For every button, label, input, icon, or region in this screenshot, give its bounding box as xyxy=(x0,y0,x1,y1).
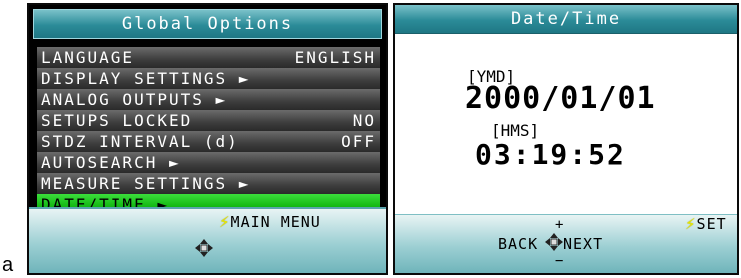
date-time-panel: Date/Time [YMD] 2000/01/01 [HMS] 03:19:5… xyxy=(393,3,739,275)
time-value[interactable]: 03:19:52 xyxy=(475,138,626,171)
set-label: SET xyxy=(696,215,727,233)
main-menu-softkey[interactable]: ⚡MAIN MENU xyxy=(219,213,321,231)
menu-item-label: STDZ INTERVAL (d) xyxy=(41,132,239,151)
menu-item-language[interactable]: LANGUAGE ENGLISH xyxy=(37,47,380,68)
global-options-title: Global Options xyxy=(33,9,382,39)
date-time-softkey-bar: + BACK NEXT − ⚡SET xyxy=(395,214,737,273)
menu-item-value: NO xyxy=(352,111,376,130)
set-softkey[interactable]: ⚡SET xyxy=(685,215,727,233)
menu-item-label: AUTOSEARCH ► xyxy=(41,153,181,172)
menu-item-label: MEASURE SETTINGS ► xyxy=(41,174,251,193)
menu-item-setups-locked[interactable]: SETUPS LOCKED NO xyxy=(37,110,380,131)
next-softkey[interactable]: NEXT xyxy=(563,235,603,253)
back-softkey[interactable]: BACK xyxy=(498,235,538,253)
increment-hint: + xyxy=(555,217,565,233)
global-options-softkey-bar: ⚡MAIN MENU xyxy=(29,207,386,273)
menu-item-stdz-interval[interactable]: STDZ INTERVAL (d) OFF xyxy=(37,131,380,152)
dpad-icon[interactable] xyxy=(195,239,213,257)
menu-item-label: ANALOG OUTPUTS ► xyxy=(41,90,228,109)
date-value[interactable]: 2000/01/01 xyxy=(465,81,656,116)
decrement-hint: − xyxy=(555,253,565,269)
global-options-panel: Global Options LANGUAGE ENGLISH DISPLAY … xyxy=(27,3,388,275)
menu-item-label: LANGUAGE xyxy=(41,48,135,67)
menu-item-value: ENGLISH xyxy=(294,48,376,67)
main-menu-label: MAIN MENU xyxy=(230,213,321,231)
menu-item-value: OFF xyxy=(341,132,376,151)
menu-item-analog-outputs[interactable]: ANALOG OUTPUTS ► xyxy=(37,89,380,110)
dpad-icon[interactable] xyxy=(545,233,563,251)
menu-item-autosearch[interactable]: AUTOSEARCH ► xyxy=(37,152,380,173)
figure-label: a xyxy=(2,254,14,276)
menu-item-label: SETUPS LOCKED xyxy=(41,111,193,130)
menu-item-measure-settings[interactable]: MEASURE SETTINGS ► xyxy=(37,173,380,194)
bolt-icon: ⚡ xyxy=(219,213,231,231)
bolt-icon: ⚡ xyxy=(685,215,697,233)
date-time-title: Date/Time xyxy=(395,5,737,34)
menu-item-display-settings[interactable]: DISPLAY SETTINGS ► xyxy=(37,68,380,89)
menu-item-label: DISPLAY SETTINGS ► xyxy=(41,69,251,88)
options-menu: LANGUAGE ENGLISH DISPLAY SETTINGS ► ANAL… xyxy=(37,47,380,215)
